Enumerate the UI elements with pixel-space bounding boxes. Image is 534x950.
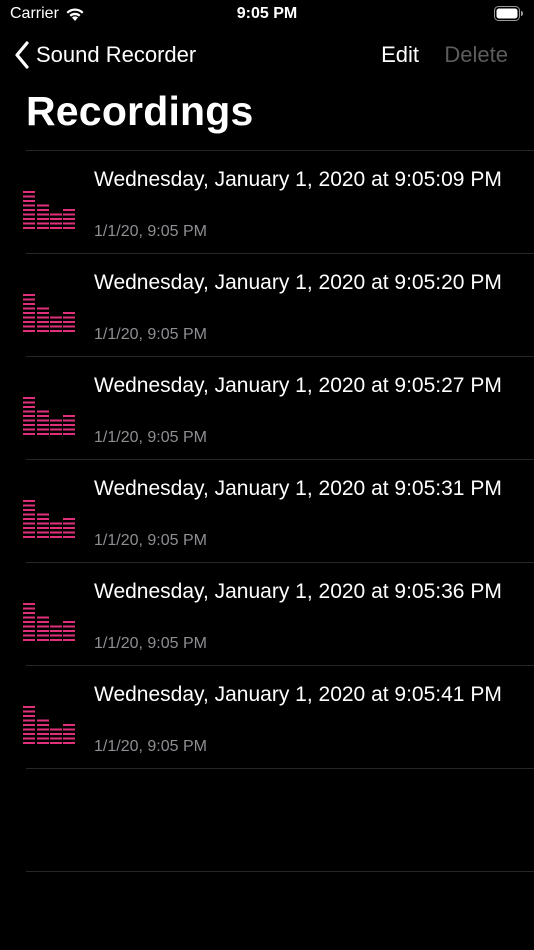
recording-date: 1/1/20, 9:05 PM: [94, 532, 207, 549]
recording-row[interactable]: Wednesday, January 1, 2020 at 9:05:41 PM…: [23, 666, 534, 769]
waveform-icon: [23, 191, 75, 229]
page-title: Recordings: [26, 88, 254, 134]
recording-row[interactable]: Wednesday, January 1, 2020 at 9:05:27 PM…: [23, 357, 534, 460]
recording-date: 1/1/20, 9:05 PM: [94, 326, 207, 343]
back-button-label: Sound Recorder: [36, 42, 197, 67]
recording-row[interactable]: Wednesday, January 1, 2020 at 9:05:36 PM…: [23, 563, 534, 666]
recording-row[interactable]: Wednesday, January 1, 2020 at 9:05:20 PM…: [23, 254, 534, 357]
waveform-icon: [23, 706, 75, 744]
recording-title: Wednesday, January 1, 2020 at 9:05:20 PM: [94, 271, 502, 294]
recording-row[interactable]: Wednesday, January 1, 2020 at 9:05:09 PM…: [23, 151, 534, 254]
recording-date: 1/1/20, 9:05 PM: [94, 223, 207, 240]
recording-title: Wednesday, January 1, 2020 at 9:05:41 PM: [94, 683, 502, 706]
recording-row[interactable]: Wednesday, January 1, 2020 at 9:05:31 PM…: [23, 460, 534, 563]
waveform-icon: [23, 603, 75, 641]
waveform-icon: [23, 294, 75, 332]
status-time: 9:05 PM: [236, 5, 298, 22]
waveform-icon: [23, 397, 75, 435]
chevron-left-icon: [15, 41, 29, 69]
recording-date: 1/1/20, 9:05 PM: [94, 429, 207, 446]
recording-title: Wednesday, January 1, 2020 at 9:05:09 PM: [94, 168, 502, 191]
recording-title: Wednesday, January 1, 2020 at 9:05:31 PM: [94, 477, 502, 500]
recordings-list: Wednesday, January 1, 2020 at 9:05:09 PM…: [0, 150, 534, 769]
status-bar: Carrier 9:05 PM: [0, 0, 534, 28]
edit-button[interactable]: Edit: [381, 42, 419, 68]
waveform-icon: [23, 500, 75, 538]
recording-title: Wednesday, January 1, 2020 at 9:05:36 PM: [94, 580, 502, 603]
recording-date: 1/1/20, 9:05 PM: [94, 635, 207, 652]
battery-icon: [494, 6, 523, 21]
navigation-bar: Sound Recorder Edit Delete: [0, 34, 534, 78]
list-empty-separator: [26, 871, 534, 872]
delete-button[interactable]: Delete: [444, 42, 508, 68]
recording-title: Wednesday, January 1, 2020 at 9:05:27 PM: [94, 374, 502, 397]
back-button[interactable]: Sound Recorder: [14, 40, 196, 70]
recording-date: 1/1/20, 9:05 PM: [94, 738, 207, 755]
